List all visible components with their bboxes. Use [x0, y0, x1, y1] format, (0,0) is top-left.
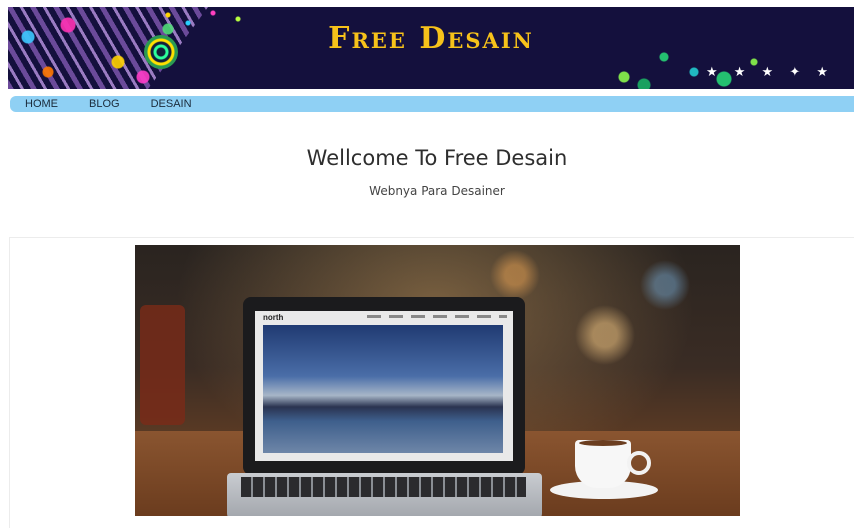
laptop-site-menu: [367, 315, 507, 318]
coffee-cup-handle: [627, 451, 651, 475]
laptop-screen: north: [243, 297, 525, 475]
page-subtitle: Webnya Para Desainer: [369, 184, 505, 198]
laptop-site-brand: north: [263, 313, 284, 322]
coffee-cup-icon: [575, 440, 631, 488]
cafe-chair: [140, 305, 185, 425]
site-banner: Free Desain ★ ★ ★ ✦ ★: [8, 7, 854, 89]
laptop-city-photo: [263, 325, 503, 453]
nav-item-desain[interactable]: DESAIN: [151, 98, 192, 110]
featured-image[interactable]: north: [135, 245, 740, 516]
page-title: Wellcome To Free Desain: [306, 146, 568, 170]
nav-item-blog[interactable]: BLOG: [89, 98, 120, 110]
stars-icon: ★ ★ ★ ✦ ★: [705, 65, 834, 80]
keyboard-keys: [241, 477, 526, 497]
main-nav: HOME BLOG DESAIN: [10, 96, 854, 112]
laptop-keyboard: [227, 473, 542, 516]
nav-item-home[interactable]: HOME: [25, 98, 58, 110]
laptop-website: north: [255, 311, 513, 461]
